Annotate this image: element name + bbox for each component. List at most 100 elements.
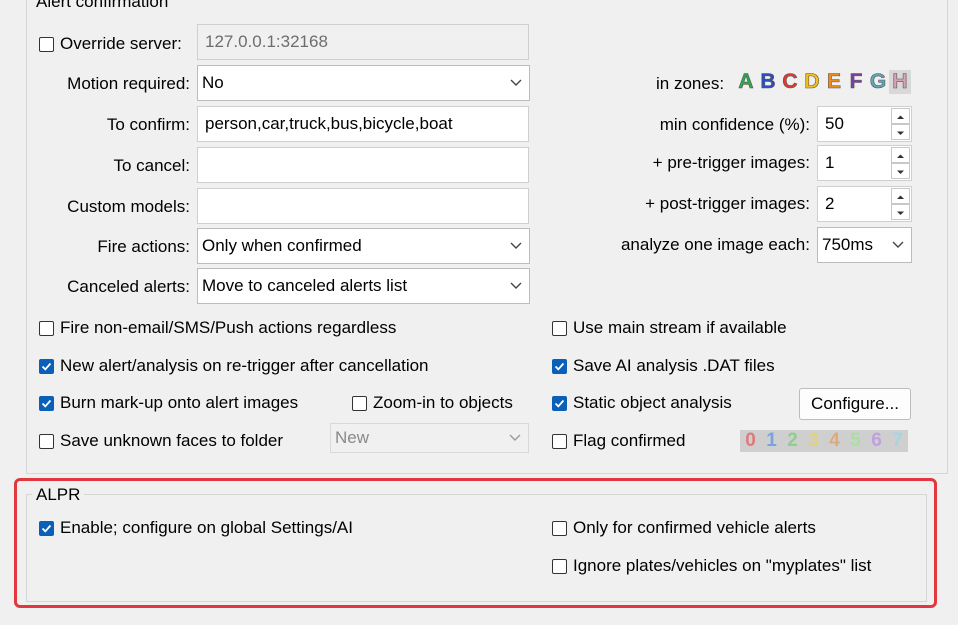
caret-up-icon xyxy=(897,115,904,119)
burn-markup-label: Burn mark-up onto alert images xyxy=(60,393,299,412)
to-confirm-label: To confirm: xyxy=(106,115,190,134)
chevron-down-icon xyxy=(509,434,521,441)
override-server-input[interactable]: 127.0.0.1:32168 xyxy=(197,24,529,60)
custom-models-label: Custom models: xyxy=(67,197,190,216)
zone-e-toggle[interactable]: E xyxy=(823,70,845,94)
canceled-alerts-value: Move to canceled alerts list xyxy=(202,276,408,295)
zone-d-toggle[interactable]: D xyxy=(801,70,823,94)
spin-down-button[interactable] xyxy=(891,204,910,220)
save-dat-label: Save AI analysis .DAT files xyxy=(573,356,775,375)
caret-down-icon xyxy=(897,131,904,135)
to-cancel-input[interactable] xyxy=(197,147,529,183)
faces-folder-value: New xyxy=(335,428,370,447)
static-object-label: Static object analysis xyxy=(573,393,732,412)
zoom-in-box[interactable] xyxy=(352,395,367,411)
use-main-stream-box[interactable] xyxy=(552,320,567,336)
override-server-box[interactable] xyxy=(39,36,54,52)
checkmark-icon xyxy=(41,362,52,371)
save-dat-checkbox[interactable]: Save AI analysis .DAT files xyxy=(552,353,775,379)
faces-folder-select[interactable]: New xyxy=(330,423,529,453)
spin-up-button[interactable] xyxy=(891,188,910,204)
new-alert-box[interactable] xyxy=(39,358,54,374)
chevron-down-icon xyxy=(510,282,522,289)
in-zones-label: in zones: xyxy=(656,74,725,93)
to-cancel-label: To cancel: xyxy=(113,156,190,175)
checkmark-icon xyxy=(41,399,52,408)
configure-button[interactable]: Configure... xyxy=(799,388,911,420)
flag-number-2[interactable]: 2 xyxy=(782,430,803,452)
to-confirm-input[interactable]: person,car,truck,bus,bicycle,boat xyxy=(197,106,529,142)
flag-number-6[interactable]: 6 xyxy=(866,430,887,452)
zone-b-toggle[interactable]: B xyxy=(757,70,779,94)
flag-number-3[interactable]: 3 xyxy=(803,430,824,452)
caret-up-icon xyxy=(897,154,904,158)
post-trigger-spinner[interactable]: 2 xyxy=(817,186,912,222)
use-main-stream-checkbox[interactable]: Use main stream if available xyxy=(552,315,787,341)
alert-confirmation-title: Alert confirmation xyxy=(32,0,173,12)
burn-markup-box[interactable] xyxy=(39,395,54,411)
spin-up-button[interactable] xyxy=(891,147,910,163)
checkmark-icon xyxy=(554,362,565,371)
zone-a-toggle[interactable]: A xyxy=(735,70,757,94)
flag-number-1[interactable]: 1 xyxy=(761,430,782,452)
new-alert-label: New alert/analysis on re-trigger after c… xyxy=(60,356,429,375)
zone-f-toggle[interactable]: F xyxy=(845,70,867,94)
fire-non-email-box[interactable] xyxy=(39,320,54,336)
caret-down-icon xyxy=(897,170,904,174)
chevron-down-icon xyxy=(510,242,522,249)
override-server-label: Override server: xyxy=(60,34,182,53)
fire-non-email-checkbox[interactable]: Fire non-email/SMS/Push actions regardle… xyxy=(39,315,396,341)
custom-models-input[interactable] xyxy=(197,188,529,224)
chevron-down-icon xyxy=(510,79,522,86)
save-faces-label: Save unknown faces to folder xyxy=(60,431,284,450)
motion-required-label: Motion required: xyxy=(67,74,190,93)
zoom-in-checkbox[interactable]: Zoom-in to objects xyxy=(352,390,513,416)
post-trigger-label: + post-trigger images: xyxy=(645,194,810,213)
flag-confirmed-label: Flag confirmed xyxy=(573,431,686,450)
caret-down-icon xyxy=(897,211,904,215)
canceled-alerts-label: Canceled alerts: xyxy=(67,277,190,296)
spin-up-button[interactable] xyxy=(891,108,910,124)
motion-required-value: No xyxy=(202,73,224,92)
flag-number-7[interactable]: 7 xyxy=(887,430,908,452)
pre-trigger-spinner[interactable]: 1 xyxy=(817,145,912,181)
min-confidence-spinner[interactable]: 50 xyxy=(817,106,912,142)
post-trigger-value: 2 xyxy=(825,194,835,213)
zone-c-toggle[interactable]: C xyxy=(779,70,801,94)
flag-number-4[interactable]: 4 xyxy=(824,430,845,452)
static-object-checkbox[interactable]: Static object analysis xyxy=(552,390,732,416)
pre-trigger-label: + pre-trigger images: xyxy=(652,153,810,172)
override-server-checkbox[interactable]: Override server: xyxy=(39,31,182,57)
analyze-each-select[interactable]: 750ms xyxy=(817,227,912,263)
checkmark-icon xyxy=(554,399,565,408)
spin-down-button[interactable] xyxy=(891,124,910,140)
flag-number-selector[interactable]: 01234567 xyxy=(740,430,908,452)
static-object-box[interactable] xyxy=(552,395,567,411)
new-alert-checkbox[interactable]: New alert/analysis on re-trigger after c… xyxy=(39,353,429,379)
flag-confirmed-checkbox[interactable]: Flag confirmed xyxy=(552,428,685,454)
min-confidence-label: min confidence (%): xyxy=(659,115,810,134)
alpr-highlight-frame xyxy=(14,478,937,608)
zone-selector[interactable]: ABCDEFGH xyxy=(735,70,913,96)
caret-up-icon xyxy=(897,195,904,199)
analyze-each-label: analyze one image each: xyxy=(620,235,810,254)
zone-h-toggle[interactable]: H xyxy=(889,70,911,94)
fire-non-email-label: Fire non-email/SMS/Push actions regardle… xyxy=(60,318,397,337)
fire-actions-value: Only when confirmed xyxy=(202,236,362,255)
min-confidence-value: 50 xyxy=(825,114,844,133)
zone-g-toggle[interactable]: G xyxy=(867,70,889,94)
save-faces-box[interactable] xyxy=(39,433,54,449)
flag-number-5[interactable]: 5 xyxy=(845,430,866,452)
fire-actions-label: Fire actions: xyxy=(97,237,190,256)
motion-required-select[interactable]: No xyxy=(197,65,530,101)
save-faces-checkbox[interactable]: Save unknown faces to folder xyxy=(39,428,283,454)
fire-actions-select[interactable]: Only when confirmed xyxy=(197,228,530,264)
save-dat-box[interactable] xyxy=(552,358,567,374)
canceled-alerts-select[interactable]: Move to canceled alerts list xyxy=(197,268,530,304)
flag-number-0[interactable]: 0 xyxy=(740,430,761,452)
analyze-each-value: 750ms xyxy=(822,235,874,254)
burn-markup-checkbox[interactable]: Burn mark-up onto alert images xyxy=(39,390,298,416)
spin-down-button[interactable] xyxy=(891,163,910,179)
flag-confirmed-box[interactable] xyxy=(552,433,567,449)
pre-trigger-value: 1 xyxy=(825,153,835,172)
